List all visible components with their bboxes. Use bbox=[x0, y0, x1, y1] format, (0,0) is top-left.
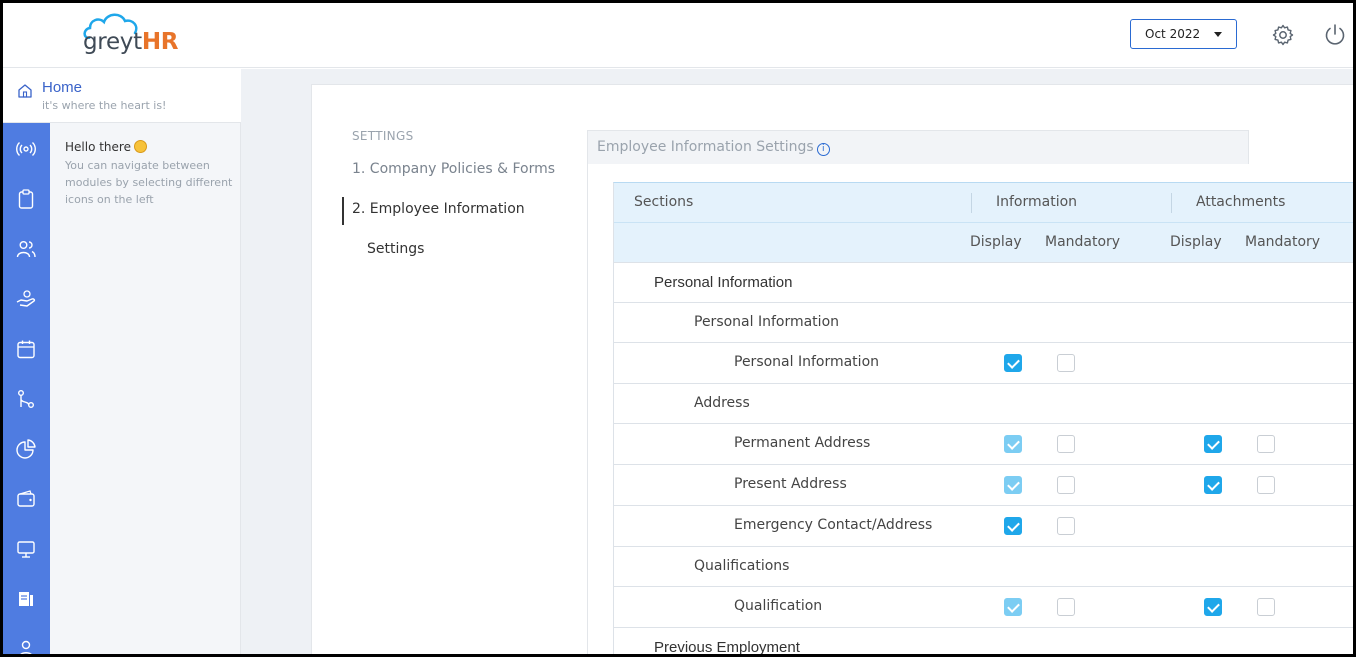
att-mandatory-checkbox[interactable] bbox=[1257, 598, 1275, 616]
row-label: Present Address bbox=[734, 476, 847, 492]
chevron-down-icon bbox=[1214, 32, 1222, 37]
info-display-checkbox bbox=[1004, 435, 1022, 453]
info-display-checkbox[interactable] bbox=[1004, 517, 1022, 535]
att-display-checkbox[interactable] bbox=[1204, 435, 1222, 453]
att-display-checkbox[interactable] bbox=[1204, 598, 1222, 616]
att-mandatory-checkbox[interactable] bbox=[1257, 435, 1275, 453]
att-display-checkbox[interactable] bbox=[1204, 476, 1222, 494]
info-mandatory-checkbox[interactable] bbox=[1057, 517, 1075, 535]
calendar-icon[interactable] bbox=[15, 338, 37, 360]
row-label: Previous Employment bbox=[654, 639, 800, 656]
document-icon[interactable] bbox=[15, 588, 37, 610]
help-greeting: Hello there bbox=[65, 140, 147, 154]
greythr-logo[interactable]: greytHR bbox=[73, 11, 193, 61]
help-message: You can navigate between modules by sele… bbox=[65, 159, 233, 206]
top-bar: greytHR Oct 2022 bbox=[3, 3, 1353, 68]
header-divider bbox=[971, 193, 972, 213]
nav-company-policies[interactable]: 1. Company Policies & Forms bbox=[352, 161, 555, 177]
row-label: Qualification bbox=[734, 598, 823, 614]
table-row: Emergency Contact/Address bbox=[614, 506, 1353, 547]
power-icon[interactable] bbox=[1323, 23, 1347, 47]
table-subheader-row: Display Mandatory Display Mandatory bbox=[614, 223, 1353, 263]
module-rail bbox=[3, 123, 50, 657]
info-icon[interactable]: i bbox=[816, 143, 830, 156]
nav-employee-information[interactable]: 2. Employee Information bbox=[352, 201, 525, 217]
monitor-icon[interactable] bbox=[15, 538, 37, 560]
table-row: Qualification bbox=[614, 587, 1353, 628]
month-select-value: Oct 2022 bbox=[1145, 27, 1201, 41]
table-row: Present Address bbox=[614, 465, 1353, 506]
col-sections: Sections bbox=[634, 194, 694, 210]
app-window: greytHR Oct 2022 Home it's where the hea… bbox=[0, 0, 1356, 657]
info-display-checkbox bbox=[1004, 598, 1022, 616]
settings-card: SETTINGS 1. Company Policies & Forms 2. … bbox=[311, 84, 1353, 656]
row-label: Personal Information bbox=[694, 314, 840, 330]
logo-text: greytHR bbox=[83, 29, 179, 55]
col-information: Information bbox=[996, 194, 1078, 210]
pie-chart-icon[interactable] bbox=[15, 438, 37, 460]
hand-coins-icon[interactable] bbox=[15, 288, 37, 310]
home-link[interactable]: Home it's where the heart is! bbox=[3, 69, 241, 123]
users-icon[interactable] bbox=[15, 238, 37, 260]
settings-heading: SETTINGS bbox=[352, 129, 414, 143]
table-header-row: Sections Information Attachments bbox=[614, 183, 1353, 223]
table-row: Qualifications bbox=[614, 547, 1353, 587]
att-mandatory-checkbox[interactable] bbox=[1257, 476, 1275, 494]
info-mandatory-checkbox[interactable] bbox=[1057, 598, 1075, 616]
info-display-checkbox bbox=[1004, 476, 1022, 494]
home-title: Home bbox=[42, 79, 83, 96]
col-attachments: Attachments bbox=[1196, 194, 1286, 210]
info-mandatory-checkbox[interactable] bbox=[1057, 476, 1075, 494]
table-row: Personal Information bbox=[614, 263, 1353, 303]
row-label: Permanent Address bbox=[734, 435, 871, 451]
table-row: Personal Information bbox=[614, 343, 1353, 384]
info-mandatory-checkbox[interactable] bbox=[1057, 435, 1075, 453]
broadcast-icon[interactable] bbox=[15, 138, 37, 160]
table-row: Address bbox=[614, 384, 1353, 424]
table-row: Permanent Address bbox=[614, 424, 1353, 465]
row-label: Qualifications bbox=[694, 558, 790, 574]
row-label: Address bbox=[694, 395, 750, 411]
col-info-mandatory: Mandatory bbox=[1045, 234, 1121, 250]
col-info-display: Display bbox=[970, 234, 1022, 250]
workflow-icon[interactable] bbox=[15, 388, 37, 410]
info-display-checkbox[interactable] bbox=[1004, 354, 1022, 372]
row-label: Personal Information bbox=[654, 274, 793, 291]
row-label: Emergency Contact/Address bbox=[734, 517, 933, 533]
info-mandatory-checkbox[interactable] bbox=[1057, 354, 1075, 372]
gear-icon[interactable] bbox=[1271, 23, 1295, 47]
person-icon[interactable] bbox=[15, 638, 37, 657]
settings-table: Sections Information Attachments Display… bbox=[613, 182, 1353, 656]
wallet-icon[interactable] bbox=[15, 488, 37, 510]
nav-settings[interactable]: Settings bbox=[367, 241, 424, 257]
header-divider bbox=[1171, 193, 1172, 213]
help-panel: Hello there You can navigate between mod… bbox=[50, 123, 241, 654]
main-area: SETTINGS 1. Company Policies & Forms 2. … bbox=[241, 69, 1353, 656]
row-label: Personal Information bbox=[734, 354, 880, 370]
col-att-mandatory: Mandatory bbox=[1245, 234, 1321, 250]
month-select[interactable]: Oct 2022 bbox=[1130, 19, 1237, 49]
table-row: Previous Employment bbox=[614, 628, 1353, 656]
smile-emoji-icon bbox=[133, 140, 147, 153]
col-att-display: Display bbox=[1170, 234, 1222, 250]
home-icon bbox=[18, 84, 32, 98]
table-row: Personal Information bbox=[614, 303, 1353, 343]
nav-active-indicator bbox=[342, 197, 344, 225]
clipboard-icon[interactable] bbox=[15, 188, 37, 210]
home-subtitle: it's where the heart is! bbox=[42, 99, 167, 112]
content-title: Employee Information Settings i bbox=[587, 130, 1249, 164]
